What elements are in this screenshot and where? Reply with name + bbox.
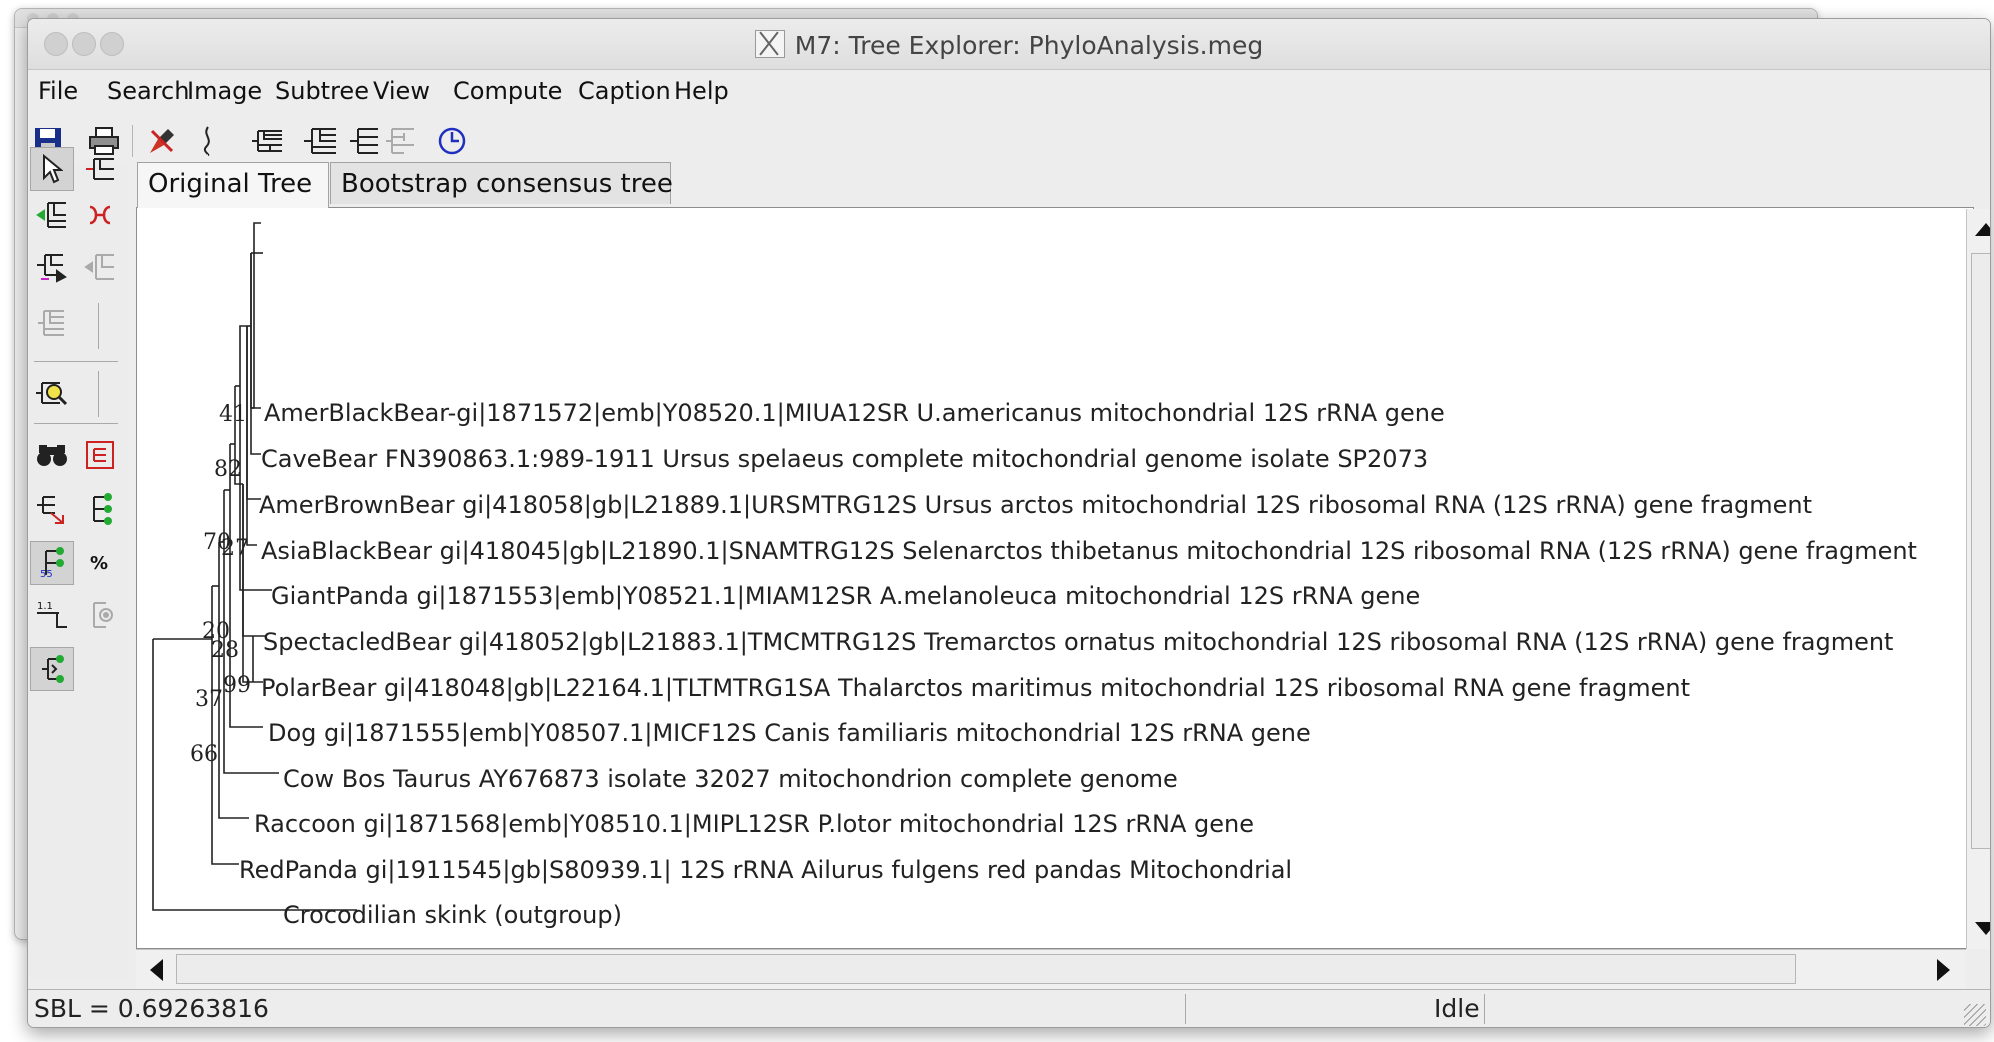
- expand-subtree-icon[interactable]: [78, 245, 122, 289]
- tree-branch: [250, 253, 261, 455]
- scroll-down-icon[interactable]: [1975, 922, 1990, 935]
- taxon-label[interactable]: AmerBlackBear-gi|1871572|emb|Y08520.1|MI…: [264, 398, 1445, 428]
- menu-view[interactable]: View: [373, 77, 430, 105]
- menu-compute[interactable]: Compute: [453, 77, 562, 105]
- scale-icon[interactable]: 1.1: [30, 593, 74, 637]
- status-bar: SBL = 0.69263816 Idle: [28, 989, 1990, 1027]
- flip-subtree-icon[interactable]: [78, 193, 122, 237]
- branch-length-icon[interactable]: [78, 487, 122, 531]
- subtree-disabled-icon[interactable]: [30, 301, 74, 345]
- bootstrap-value: 99: [223, 673, 251, 698]
- left-divider: [34, 361, 118, 362]
- menu-bar: File Search Image Subtree View Compute C…: [28, 70, 1990, 114]
- vertical-scrollbar[interactable]: [1966, 209, 1990, 949]
- scroll-right-icon[interactable]: [1937, 959, 1950, 981]
- menu-help[interactable]: Help: [674, 77, 729, 105]
- scroll-left-icon[interactable]: [150, 959, 163, 981]
- search-taxa-icon[interactable]: [30, 371, 74, 415]
- find-icon[interactable]: [30, 433, 74, 477]
- bootstrap-value: 66: [190, 742, 218, 767]
- menu-caption[interactable]: Caption: [578, 77, 671, 105]
- bootstrap-value: 37: [195, 687, 223, 712]
- menu-subtree[interactable]: Subtree: [275, 77, 369, 105]
- taxon-label[interactable]: Crocodilian skink (outgroup): [283, 900, 622, 930]
- tree-branch: [246, 326, 257, 546]
- root-tree-icon[interactable]: [78, 147, 122, 191]
- vertical-scroll-thumb[interactable]: [1971, 253, 1990, 849]
- horizontal-scroll-thumb[interactable]: [176, 954, 1796, 984]
- bootstrap-value: 28: [211, 638, 239, 663]
- tree-branch: [239, 325, 247, 386]
- left-divider: [34, 423, 118, 424]
- window-title-wrap: M7: Tree Explorer: PhyloAnalysis.meg: [28, 30, 1990, 60]
- brush-icon[interactable]: [144, 123, 180, 159]
- horizontal-scrollbar[interactable]: [136, 949, 1966, 990]
- tree-branch: [250, 253, 261, 409]
- x11-icon: [754, 30, 785, 58]
- bootstrap-value: 27: [221, 536, 249, 561]
- taxon-label[interactable]: RedPanda gi|1911545|gb|S80939.1| 12S rRN…: [239, 855, 1292, 885]
- window-title: M7: Tree Explorer: PhyloAnalysis.meg: [794, 31, 1264, 60]
- status-sbl: SBL = 0.69263816: [34, 994, 269, 1023]
- bootstrap-value: 82: [214, 457, 242, 482]
- compress-subtree-icon[interactable]: [30, 245, 74, 289]
- tree-canvas[interactable]: 41 82 70 27 20 28 99 37 66 AmerBlackBear…: [136, 207, 1974, 949]
- svg-text:55: 55: [40, 569, 53, 579]
- circle-tree-icon[interactable]: [434, 123, 470, 159]
- taxon-label[interactable]: CaveBear FN390863.1:989-1911 Ursus spela…: [261, 444, 1428, 474]
- title-bar[interactable]: M7: Tree Explorer: PhyloAnalysis.meg: [28, 19, 1990, 70]
- gear-tree-icon[interactable]: [78, 593, 122, 637]
- bootstrap-value: 41: [219, 402, 247, 427]
- percent-icon[interactable]: %: [78, 541, 122, 585]
- radiation-tree-icon[interactable]: [382, 123, 418, 159]
- rectangular-tree-icon[interactable]: [248, 123, 284, 159]
- taxon-label[interactable]: PolarBear gi|418048|gb|L22164.1|TLTMTRG1…: [261, 673, 1690, 703]
- toolbar-separator: [132, 125, 133, 157]
- tree-tabs: Original Tree Bootstrap consensus tree: [137, 162, 1987, 208]
- slanted-tree-icon[interactable]: [302, 123, 338, 159]
- taxon-label[interactable]: GiantPanda gi|1871553|emb|Y08521.1|MIAM1…: [271, 581, 1420, 611]
- taxon-label[interactable]: Dog gi|1871555|emb|Y08507.1|MICF12S Cani…: [268, 718, 1311, 748]
- status-divider: [1185, 994, 1186, 1024]
- toolbar: [28, 115, 1990, 165]
- taxon-label[interactable]: AmerBrownBear gi|418058|gb|L21889.1|URSM…: [259, 490, 1812, 520]
- ruler-icon[interactable]: [190, 123, 226, 159]
- left-divider-vertical: [98, 371, 99, 417]
- tree-explorer-window: M7: Tree Explorer: PhyloAnalysis.meg Fil…: [27, 18, 1991, 1028]
- bootstrap-icon[interactable]: 55: [30, 541, 74, 585]
- left-divider-vertical: [98, 303, 99, 349]
- taxon-label[interactable]: Cow Bos Taurus AY676873 isolate 32027 mi…: [283, 764, 1178, 794]
- taxon-label[interactable]: SpectacledBear gi|418052|gb|L21883.1|TMC…: [263, 627, 1893, 657]
- tab-original-tree[interactable]: Original Tree: [137, 162, 329, 208]
- left-tool-palette: 55 % 1.1: [28, 147, 127, 980]
- menu-search[interactable]: Search: [107, 77, 189, 105]
- status-divider: [1484, 994, 1485, 1024]
- tree-branch: [253, 222, 261, 408]
- scroll-up-icon[interactable]: [1975, 223, 1990, 236]
- svg-text:1.1: 1.1: [37, 601, 53, 612]
- tab-bootstrap-consensus[interactable]: Bootstrap consensus tree: [330, 162, 673, 204]
- straight-tree-icon[interactable]: [346, 123, 382, 159]
- pointer-icon[interactable]: [30, 147, 74, 191]
- menu-file[interactable]: File: [38, 77, 78, 105]
- resize-grip-icon[interactable]: [1964, 1004, 1986, 1026]
- menu-image[interactable]: Image: [187, 77, 262, 105]
- swap-branch-icon[interactable]: [30, 193, 74, 237]
- taxon-label[interactable]: Raccoon gi|1871568|emb|Y08510.1|MIPL12SR…: [254, 809, 1254, 839]
- svg-text:%: %: [90, 553, 108, 574]
- group-taxa-icon[interactable]: [30, 487, 74, 531]
- status-state: Idle: [1434, 994, 1480, 1023]
- fit-window-icon[interactable]: [78, 433, 122, 477]
- taxon-label[interactable]: AsiaBlackBear gi|418045|gb|L21890.1|SNAM…: [261, 536, 1917, 566]
- topology-icon[interactable]: [30, 647, 74, 691]
